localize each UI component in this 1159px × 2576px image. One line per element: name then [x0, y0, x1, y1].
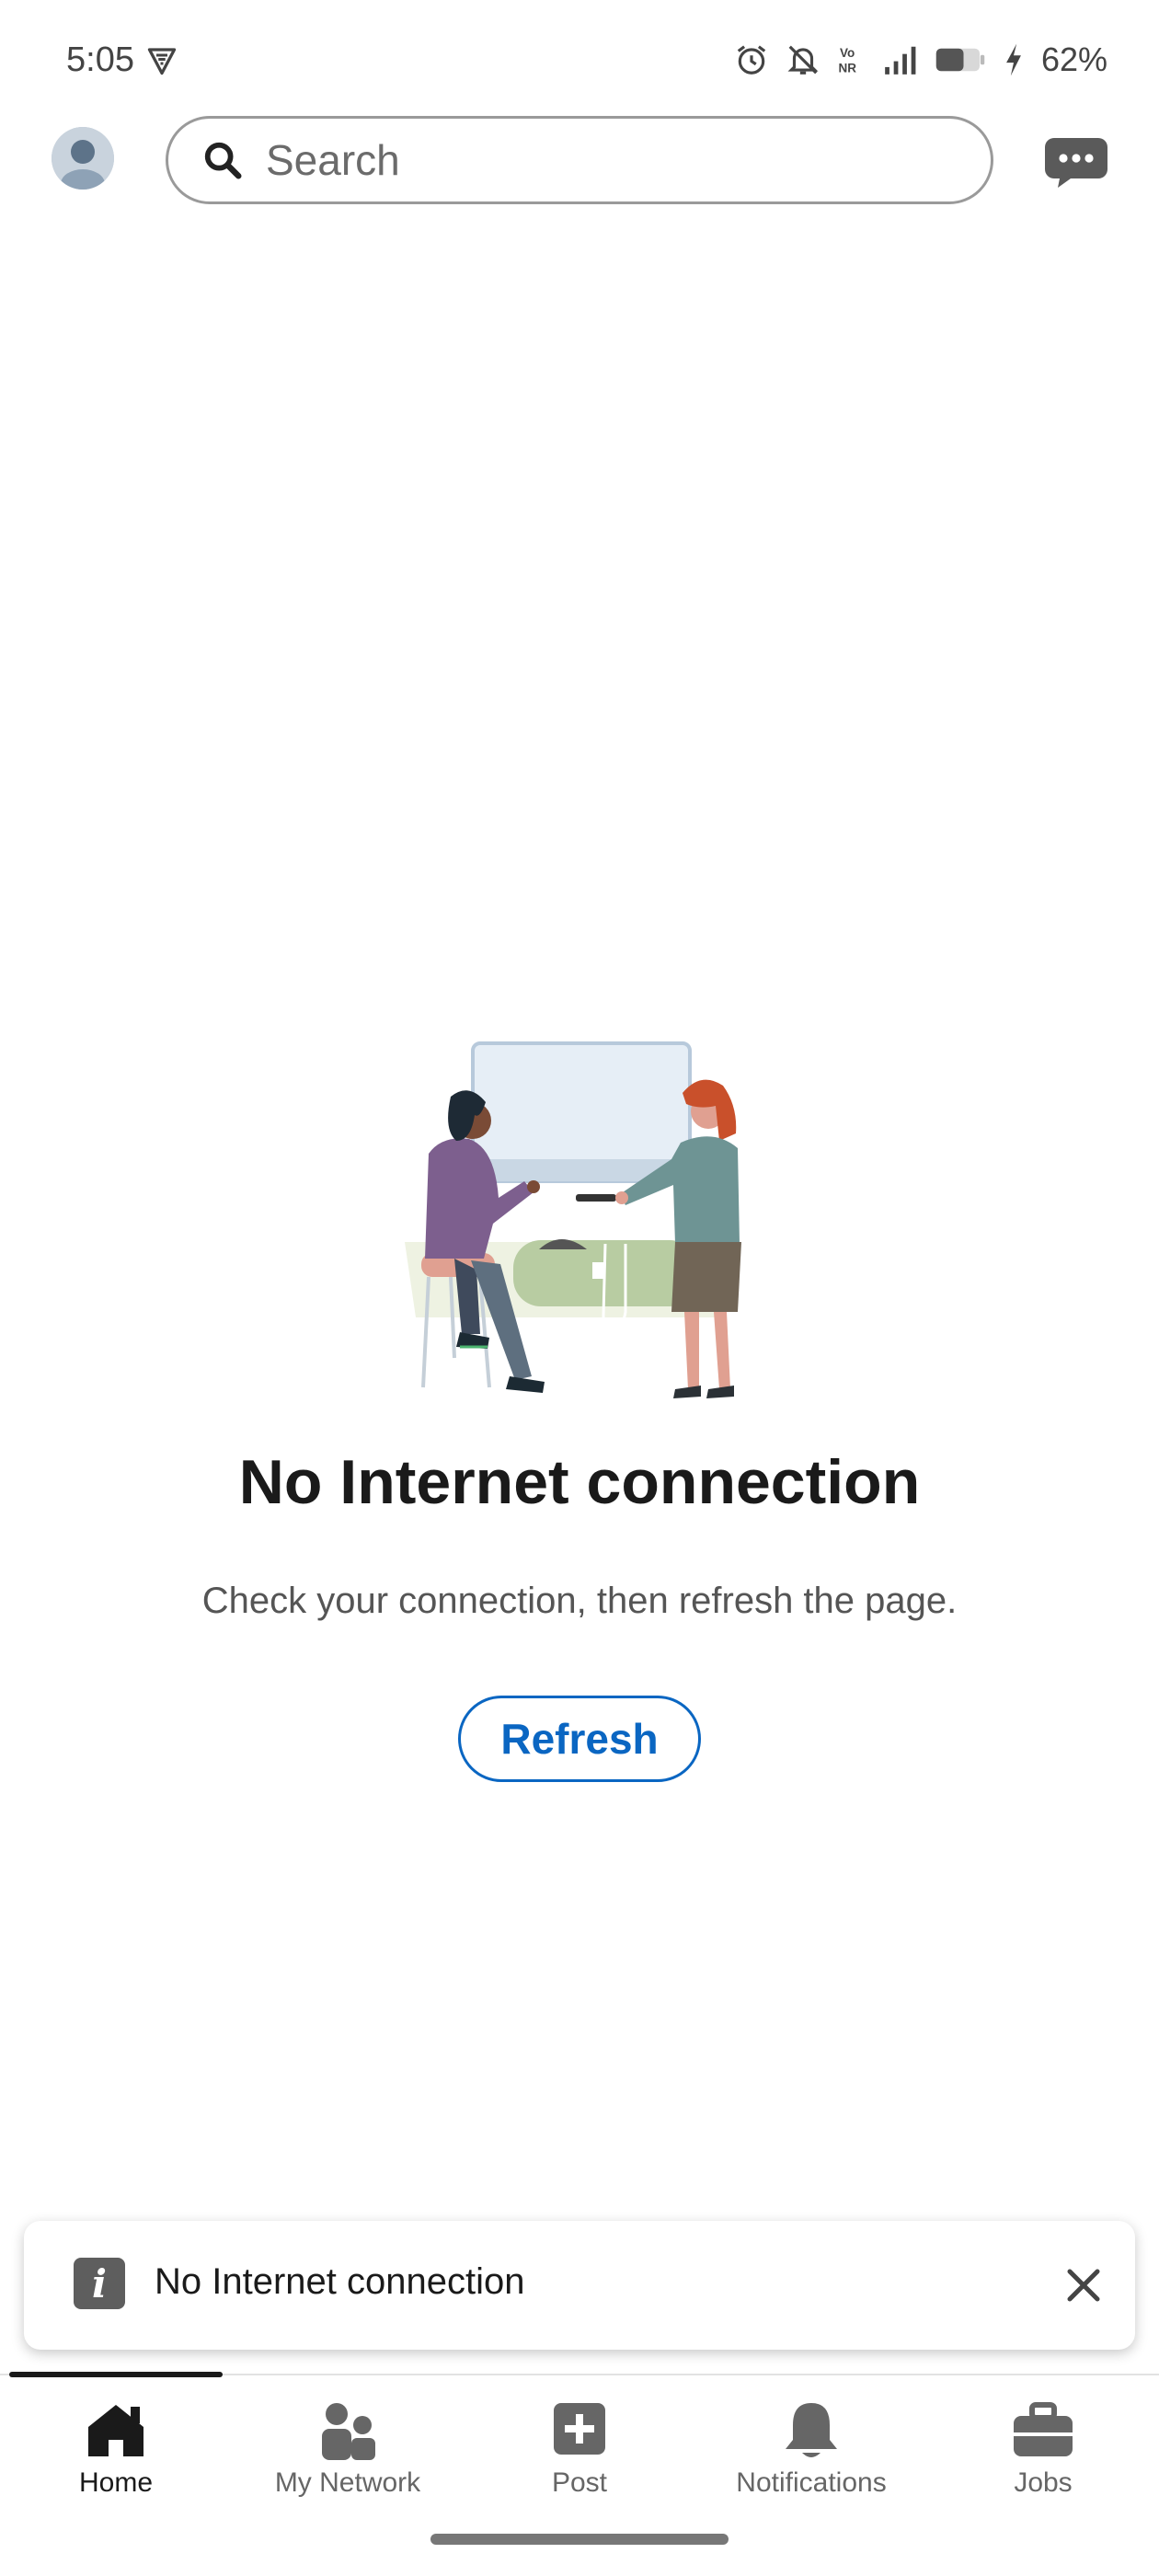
nav-post[interactable]: Post: [464, 2377, 695, 2524]
status-bar: 5:05 Vo NR 62%: [0, 0, 1159, 120]
nav-notifications[interactable]: Notifications: [695, 2377, 927, 2524]
no-connection-toast: i No Internet connection: [24, 2221, 1135, 2350]
alarm-icon: [737, 45, 766, 75]
nav-label-jobs: Jobs: [1014, 2467, 1073, 2498]
briefcase-icon: [1014, 2402, 1073, 2456]
home-icon: [88, 2405, 143, 2456]
gesture-home-bar[interactable]: [430, 2534, 729, 2545]
nav-label-home: Home: [78, 2467, 154, 2498]
search-bar[interactable]: [166, 116, 993, 204]
close-icon[interactable]: [1054, 2256, 1113, 2315]
charging-icon: [1006, 43, 1021, 76]
search-input[interactable]: [266, 135, 965, 185]
my-network-icon: [322, 2403, 375, 2460]
bell-icon: [786, 2403, 837, 2457]
status-time: 5:05: [66, 40, 134, 79]
nav-jobs[interactable]: Jobs: [927, 2377, 1159, 2524]
status-icons: Vo NR 62%: [734, 40, 1107, 79]
vpn-icon: [147, 48, 177, 75]
avatar-icon: [52, 127, 114, 190]
empty-state-title: No Internet connection: [238, 1447, 921, 1517]
info-icon: i: [74, 2258, 125, 2309]
refresh-button[interactable]: Refresh: [458, 1696, 701, 1782]
vonr-icon: Vo NR: [838, 46, 856, 75]
nav-label-post: Post: [551, 2467, 608, 2498]
avatar[interactable]: [52, 127, 114, 190]
toast-message: No Internet connection: [155, 2261, 525, 2302]
no-connection-illustration: [405, 1041, 741, 1398]
battery-percent: 62%: [1040, 40, 1107, 78]
post-icon: [554, 2403, 605, 2455]
battery-icon: [935, 48, 985, 72]
svg-text:NR: NR: [838, 62, 856, 75]
signal-icon: [885, 46, 916, 75]
mute-icon: [787, 45, 819, 75]
svg-text:Vo: Vo: [840, 46, 855, 60]
nav-label-my-network: My Network: [274, 2467, 421, 2498]
nav-home[interactable]: Home: [0, 2377, 232, 2524]
empty-state-subtitle: Check your connection, then refresh the …: [201, 1581, 958, 1621]
bottom-nav: Home My Network Post Notifications Jobs: [0, 2377, 1159, 2524]
messaging-icon[interactable]: [1043, 134, 1109, 190]
nav-label-notifications: Notifications: [736, 2467, 887, 2498]
nav-my-network[interactable]: My Network: [232, 2377, 464, 2524]
search-icon: [204, 142, 242, 179]
